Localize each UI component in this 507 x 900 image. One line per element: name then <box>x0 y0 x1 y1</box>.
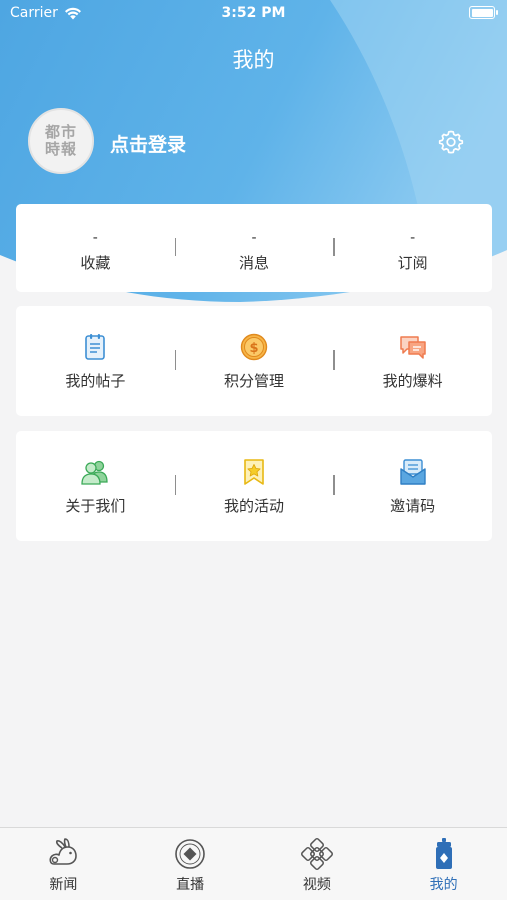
login-button[interactable]: 点击登录 <box>110 130 186 157</box>
stats-card: - 收藏 - 消息 - 订阅 <box>16 204 492 292</box>
tab-bar: 新闻 直播 视频 我的 <box>0 827 507 900</box>
tab-live[interactable]: 直播 <box>127 828 254 900</box>
battery-icon <box>469 6 498 19</box>
svg-text:$: $ <box>249 341 258 356</box>
tab-news[interactable]: 新闻 <box>0 828 127 900</box>
tab-video[interactable]: 视频 <box>254 828 381 900</box>
divider <box>333 350 335 370</box>
envelope-icon <box>399 458 426 485</box>
menu-item-my-posts[interactable]: 我的帖子 <box>16 306 175 416</box>
stat-messages[interactable]: - 消息 <box>174 204 334 292</box>
favorites-count: - <box>92 229 98 246</box>
divider <box>174 475 177 495</box>
live-icon <box>175 839 205 869</box>
messages-count: - <box>251 229 257 246</box>
status-bar: Carrier 3:52 PM <box>0 0 507 28</box>
subscriptions-count: - <box>410 229 416 246</box>
chat-bubbles-icon <box>399 335 426 359</box>
menu-item-my-activities[interactable]: 我的活动 <box>174 431 334 541</box>
rabbit-icon <box>49 838 78 865</box>
menu-label: 关于我们 <box>65 496 126 515</box>
star-bookmark-icon <box>244 458 264 485</box>
menu-label: 我的帖子 <box>65 371 126 390</box>
menu-card-secondary: 关于我们 我的活动 邀请码 <box>16 431 492 541</box>
tab-label: 新闻 <box>49 877 78 893</box>
menu-label: 我的爆料 <box>382 371 443 390</box>
clock: 3:52 PM <box>221 5 286 21</box>
menu-label: 邀请码 <box>390 496 436 515</box>
avatar-logo-line1: 都市 <box>44 123 77 141</box>
menu-item-invite-code[interactable]: 邀请码 <box>333 431 492 541</box>
menu-item-points[interactable]: $ 积分管理 <box>174 306 334 416</box>
menu-card-primary: 我的帖子 $ 积分管理 我的爆料 <box>16 306 492 416</box>
subscriptions-label: 订阅 <box>397 253 428 272</box>
notebook-icon <box>85 333 106 360</box>
stat-subscriptions[interactable]: - 订阅 <box>333 204 492 292</box>
divider <box>333 238 335 256</box>
page-title: 我的 <box>232 48 275 72</box>
knot-icon <box>300 838 333 870</box>
menu-item-about-us[interactable]: 关于我们 <box>16 431 175 541</box>
menu-item-my-tips[interactable]: 我的爆料 <box>333 306 492 416</box>
divider <box>174 238 177 256</box>
stat-favorites[interactable]: - 收藏 <box>16 204 175 292</box>
tab-label: 视频 <box>302 877 331 893</box>
menu-label: 积分管理 <box>224 371 285 390</box>
divider <box>174 350 177 370</box>
menu-label: 我的活动 <box>224 496 285 515</box>
favorites-label: 收藏 <box>80 253 111 272</box>
gear-icon[interactable] <box>438 129 464 155</box>
tab-label: 我的 <box>429 877 458 893</box>
messages-label: 消息 <box>239 253 270 272</box>
users-icon <box>81 460 108 485</box>
avatar[interactable]: 都市 時報 <box>28 108 94 174</box>
divider <box>333 475 335 495</box>
avatar-logo-line2: 時報 <box>44 140 77 158</box>
coin-icon: $ <box>240 333 268 360</box>
profile-tab-icon <box>435 838 452 869</box>
tab-label: 直播 <box>176 877 205 893</box>
tab-profile[interactable]: 我的 <box>380 828 507 900</box>
